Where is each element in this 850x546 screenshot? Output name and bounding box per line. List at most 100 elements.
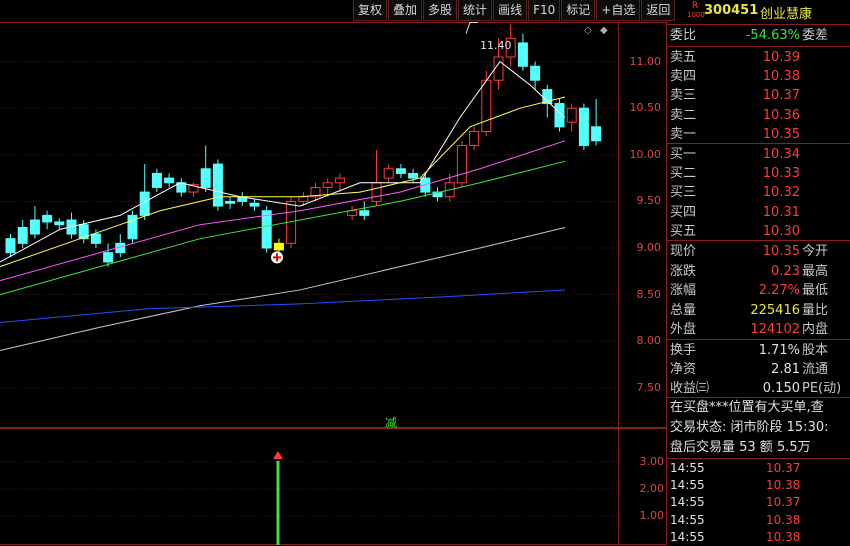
candle-body <box>322 182 333 188</box>
row-label-secondary: 内盘 <box>802 322 829 338</box>
candle-body <box>371 182 382 202</box>
row-label: 卖四 <box>670 69 697 85</box>
panel-row: 卖二 10.36 <box>667 105 850 126</box>
row-value: 2.27% <box>758 283 800 299</box>
toolbar-button[interactable]: 复权 <box>353 0 388 21</box>
ma10-line <box>0 96 566 268</box>
badge-top: R <box>691 1 699 11</box>
candle-body <box>456 144 467 184</box>
row-label: 买三 <box>670 185 697 201</box>
quote-panel: R 1000 300451 创业慧康 委比 -54.63% 委差 卖五 10.39… <box>667 0 850 545</box>
row-value: 10.34 <box>762 147 800 162</box>
price-tick-label: 11.00 <box>629 54 662 68</box>
row-label: 卖五 <box>670 50 697 65</box>
row-label: 现价 <box>670 244 697 259</box>
row-value: 10.30 <box>762 223 800 239</box>
candle-body <box>273 242 284 251</box>
candle-body <box>578 107 589 146</box>
row-label-secondary: 最高 <box>802 263 829 279</box>
toolbar-button[interactable]: 叠加 <box>388 0 423 21</box>
candle-body <box>151 172 162 188</box>
row-label: 换手 <box>670 343 697 358</box>
candle-body <box>469 131 480 146</box>
panel-row: 净资 2.81 流通 <box>667 359 850 380</box>
info-line: 交易状态: 闭市阶段 15:30: <box>670 420 829 435</box>
price-tick-label: 10.50 <box>629 101 662 115</box>
row-value: 10.31 <box>762 204 800 220</box>
info-line: 在买盘***位置有大买单,查 <box>670 400 824 415</box>
price-tick-label: 7.50 <box>636 380 662 394</box>
toolbar-button[interactable]: 多股 <box>423 0 458 21</box>
candle-body <box>566 107 577 123</box>
trade-row: 14:55 10.38 <box>670 476 850 494</box>
row-label-secondary: 最低 <box>802 283 829 299</box>
candle-body <box>29 219 40 235</box>
diamond-icon[interactable]: ◇ <box>584 25 592 36</box>
candle-body <box>249 202 260 207</box>
panel-row: 现价 10.35 今开 <box>667 241 850 262</box>
row-value: 0.23 <box>771 263 800 279</box>
toolbar-button[interactable]: +自选 <box>596 0 641 21</box>
row-value: 10.37 <box>762 88 800 104</box>
stock-header: R 1000 300451 创业慧康 <box>667 0 850 24</box>
row-value: 10.35 <box>762 244 800 259</box>
price-tick-label: 8.50 <box>636 287 662 301</box>
price-tick-label: 10.00 <box>629 147 662 161</box>
panel-row: 买四 10.31 <box>667 202 850 223</box>
candle-body <box>212 163 223 207</box>
row-value: 10.38 <box>762 69 800 85</box>
candlestick-chart[interactable] <box>0 22 618 428</box>
row-label: 收益㈢ <box>670 381 710 397</box>
toolbar-button[interactable]: 画线 <box>493 0 528 21</box>
row-value: 10.36 <box>762 107 800 123</box>
price-axis: 11.00 10.50 10.00 9.50 9.00 8.50 8.00 7.50 <box>618 22 667 428</box>
trade-row: 14:55 10.37 <box>670 459 850 477</box>
trade-price: 10.38 <box>766 529 801 544</box>
up-arrow-icon <box>273 451 283 459</box>
panel-row: 涨跌 0.23 最高 <box>667 261 850 282</box>
row-label-secondary: 流通 <box>802 362 829 378</box>
candle-body <box>103 252 114 263</box>
trade-row: 14:55 10.38 <box>670 511 850 529</box>
trade-price: 10.37 <box>766 461 801 475</box>
row-label: 总量 <box>670 302 697 318</box>
price-tick-label: 9.00 <box>636 241 662 254</box>
candle-body <box>359 210 370 216</box>
row-label: 卖三 <box>670 88 697 104</box>
candle-body <box>42 214 53 223</box>
toolbar-button[interactable]: F10 <box>528 0 561 21</box>
candle-body <box>90 233 101 244</box>
row-value: 10.39 <box>762 50 800 65</box>
row-value: 1.71% <box>758 343 800 358</box>
signal-label: 减 <box>385 416 398 430</box>
candle-body <box>54 221 65 226</box>
high-price-marker: 11.40 <box>480 39 512 52</box>
row-value: 10.32 <box>762 185 800 201</box>
candle-body <box>17 226 28 244</box>
row-label: 净资 <box>670 362 697 378</box>
row-label-secondary: 量比 <box>802 302 829 318</box>
candle-body <box>334 177 345 184</box>
panel-row: 外盘 124102 内盘 <box>667 319 850 340</box>
diamond-filled-icon[interactable]: ◆ <box>600 25 608 36</box>
panel-row: 卖一 10.35 <box>667 124 850 145</box>
toolbar-button[interactable]: 标记 <box>561 0 596 21</box>
toolbar-button[interactable]: 统计 <box>458 0 493 21</box>
row-label-secondary: PE(动) <box>802 381 842 397</box>
row-value: 2.81 <box>771 362 800 378</box>
row-label: 买二 <box>670 166 697 182</box>
candle-body <box>164 177 175 184</box>
volume-chart[interactable] <box>0 429 618 545</box>
candle-body <box>395 168 406 174</box>
row-label: 买四 <box>670 204 697 220</box>
panel-row: 卖四 10.38 <box>667 66 850 87</box>
panel-row: 总量 225416 量比 <box>667 300 850 321</box>
trade-row: 14:55 10.37 <box>670 493 850 511</box>
row-label: 买五 <box>670 223 697 239</box>
row-value: 124102 <box>750 322 800 338</box>
panel-row: 卖三 10.37 <box>667 85 850 106</box>
row-value: 225416 <box>750 302 800 318</box>
trade-price: 10.38 <box>766 512 801 527</box>
trade-price: 10.38 <box>766 478 801 493</box>
row-label: 涨跌 <box>670 263 697 279</box>
